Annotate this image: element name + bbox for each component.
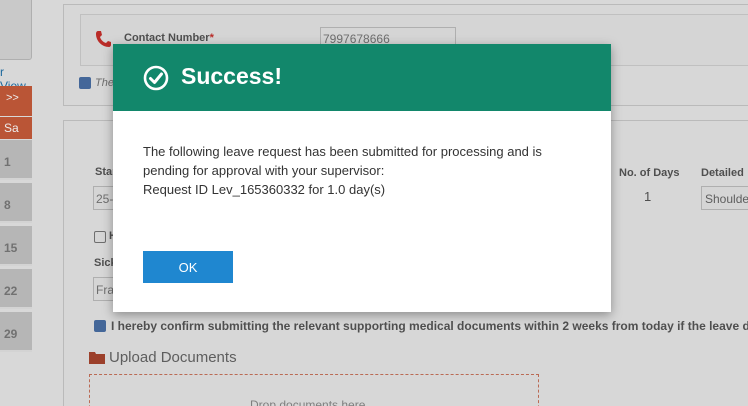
ok-button[interactable]: OK [143,251,233,283]
success-dialog: Success! The following leave request has… [113,44,611,312]
dialog-header: Success! [113,44,611,111]
dialog-title: Success! [181,63,283,89]
request-id-text: Request ID Lev_165360332 for 1.0 day(s) [143,182,386,197]
dialog-message-line: pending for approval with your superviso… [143,163,385,178]
dialog-message-line: The following leave request has been sub… [143,144,542,159]
dialog-message: The following leave request has been sub… [143,142,593,199]
check-circle-icon [143,65,169,91]
